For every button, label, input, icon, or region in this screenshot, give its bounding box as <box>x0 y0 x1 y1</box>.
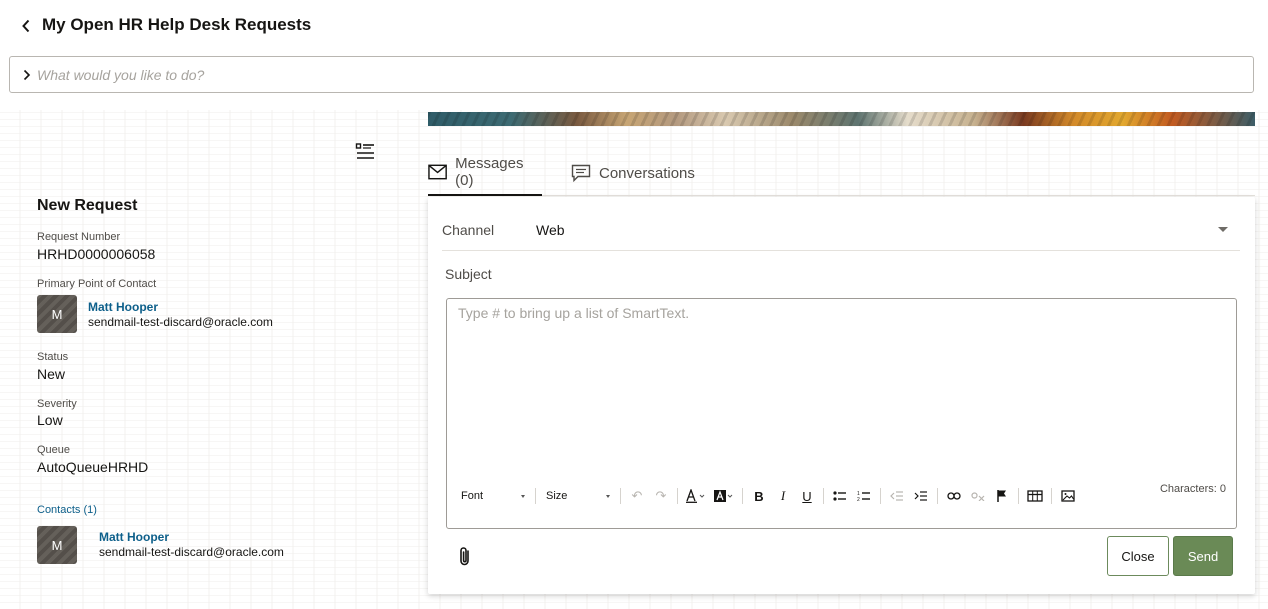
bulleted-list-icon[interactable] <box>828 486 852 506</box>
avatar-initial: M <box>51 537 63 553</box>
contact-name-link[interactable]: Matt Hooper <box>99 530 169 544</box>
decorative-banner <box>428 112 1255 126</box>
toolbar-divider <box>880 488 881 504</box>
chevron-left-icon <box>22 19 30 33</box>
search-bar[interactable] <box>9 56 1254 93</box>
flag-icon[interactable] <box>990 486 1014 506</box>
bold-icon[interactable]: B <box>747 486 771 506</box>
message-editor[interactable]: Type # to bring up a list of SmartText. … <box>446 298 1237 529</box>
editor-placeholder: Type # to bring up a list of SmartText. <box>458 305 690 321</box>
font-select-label: Font <box>461 490 484 502</box>
severity-label: Severity <box>37 398 77 410</box>
send-button[interactable]: Send <box>1173 536 1233 576</box>
outdent-icon[interactable] <box>885 486 909 506</box>
page-header: My Open HR Help Desk Requests <box>0 0 1268 50</box>
avatar-initial: M <box>51 306 63 322</box>
envelope-icon <box>428 164 447 180</box>
character-count: Characters: 0 <box>1159 483 1226 495</box>
image-icon[interactable] <box>1056 486 1080 506</box>
list-view-icon[interactable] <box>355 142 375 162</box>
toolbar-divider <box>742 488 743 504</box>
highlight-color-icon[interactable] <box>710 486 738 506</box>
request-number-value: HRHD0000006058 <box>37 246 156 262</box>
indent-icon[interactable] <box>909 486 933 506</box>
page-title: My Open HR Help Desk Requests <box>42 15 312 34</box>
search-input[interactable] <box>37 57 1237 92</box>
link-icon[interactable] <box>942 486 966 506</box>
caret-down-icon <box>521 494 525 498</box>
compose-panel: Channel Web Subject Type # to bring up a… <box>428 197 1255 594</box>
message-tabs: Messages (0) Conversations <box>428 150 1255 196</box>
editor-toolbar: Font Size ↶ ↷ B I U 12 <box>455 485 1080 507</box>
queue-label: Queue <box>37 444 71 456</box>
numbered-list-icon[interactable]: 12 <box>852 486 876 506</box>
size-select[interactable]: Size <box>540 486 616 506</box>
channel-label: Channel <box>442 222 495 238</box>
severity-value: Low <box>37 412 63 428</box>
status-value: New <box>37 366 66 382</box>
toolbar-divider <box>535 488 536 504</box>
back-button[interactable] <box>14 14 38 38</box>
chevron-right-icon <box>23 69 31 81</box>
channel-select[interactable]: Channel Web <box>442 211 1240 251</box>
underline-icon[interactable]: U <box>795 486 819 506</box>
toolbar-divider <box>823 488 824 504</box>
poc-label: Primary Point of Contact <box>37 278 157 290</box>
unlink-icon[interactable] <box>966 486 990 506</box>
contact-avatar: M <box>37 526 77 564</box>
text-color-icon[interactable] <box>682 486 710 506</box>
caret-down-icon[interactable] <box>1218 227 1228 232</box>
italic-icon[interactable]: I <box>771 486 795 506</box>
toolbar-divider <box>937 488 938 504</box>
tab-conversations[interactable]: Conversations <box>571 150 695 196</box>
channel-value: Web <box>536 222 565 238</box>
font-select[interactable]: Font <box>455 486 531 506</box>
svg-text:2: 2 <box>857 497 860 502</box>
avatar: M <box>37 295 77 333</box>
caret-down-icon <box>606 494 610 498</box>
toolbar-divider <box>620 488 621 504</box>
poc-email: sendmail-test-discard@oracle.com <box>88 315 273 329</box>
toolbar-divider <box>1018 488 1019 504</box>
request-number-label: Request Number <box>37 231 121 243</box>
status-label: Status <box>37 351 69 363</box>
table-icon[interactable] <box>1023 486 1047 506</box>
tab-conversations-label: Conversations <box>599 164 695 182</box>
close-button[interactable]: Close <box>1107 536 1169 576</box>
toolbar-divider <box>677 488 678 504</box>
contacts-link[interactable]: Contacts (1) <box>37 504 97 516</box>
toolbar-divider <box>1051 488 1052 504</box>
undo-icon[interactable]: ↶ <box>625 486 649 506</box>
subject-label[interactable]: Subject <box>445 266 492 282</box>
paperclip-icon[interactable] <box>456 546 474 568</box>
tab-messages[interactable]: Messages (0) <box>428 150 542 196</box>
request-title: New Request <box>37 197 138 214</box>
chat-bubble-icon <box>571 164 591 182</box>
contact-email: sendmail-test-discard@oracle.com <box>99 545 284 559</box>
redo-icon[interactable]: ↷ <box>649 486 673 506</box>
poc-name-link[interactable]: Matt Hooper <box>88 300 158 314</box>
queue-value: AutoQueueHRHD <box>37 459 149 475</box>
size-select-label: Size <box>546 490 568 502</box>
tab-messages-label: Messages (0) <box>455 155 524 189</box>
